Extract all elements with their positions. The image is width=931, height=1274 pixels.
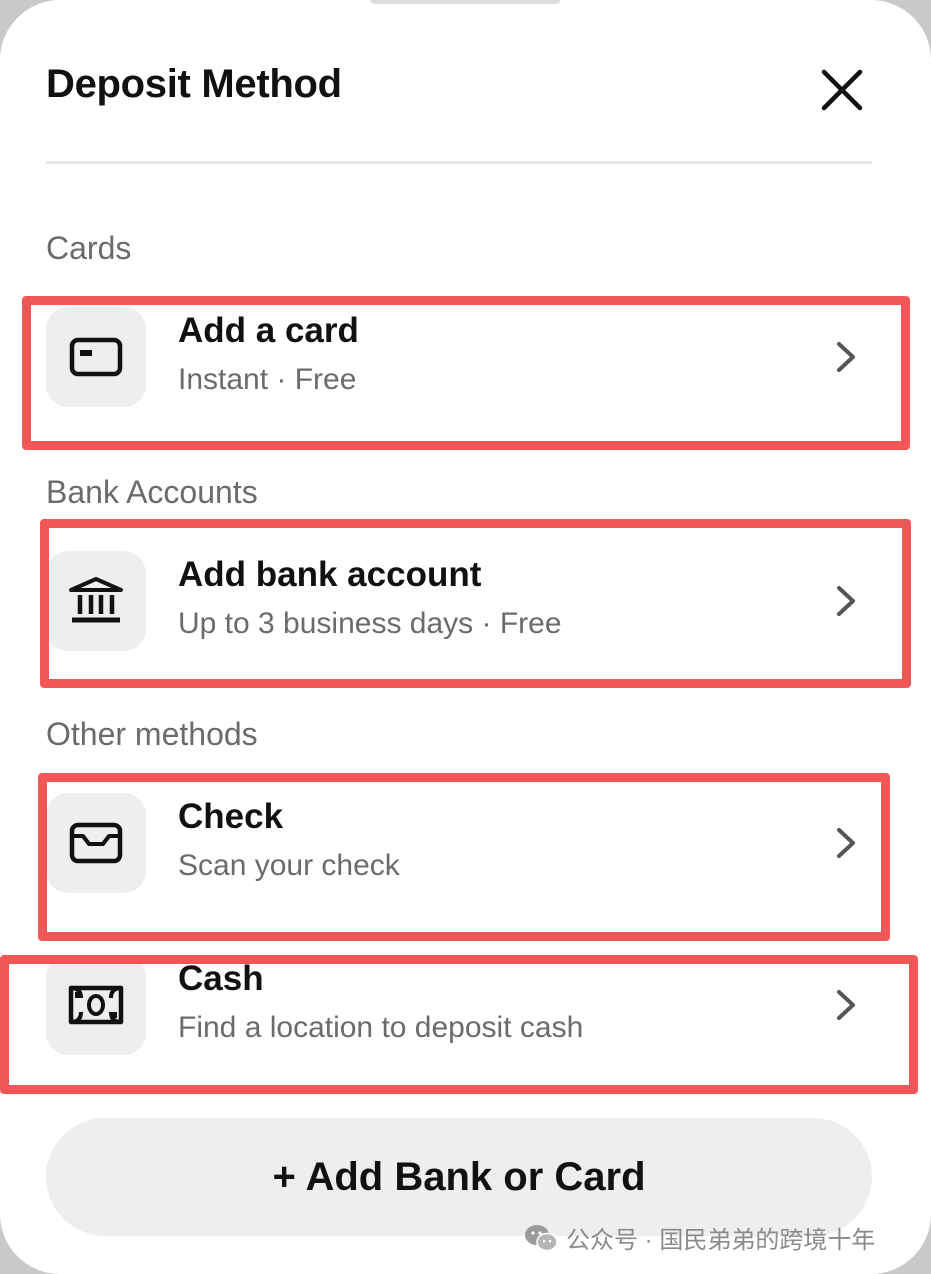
close-icon bbox=[821, 69, 863, 111]
cash-icon bbox=[68, 985, 124, 1025]
check-icon bbox=[69, 822, 123, 864]
section-label-other-methods: Other methods bbox=[46, 716, 258, 752]
add-card-row[interactable]: Add a card Instant · Free bbox=[46, 307, 872, 407]
watermark-text: 公众号 · 国民弟弟的跨境十年 bbox=[566, 1227, 876, 1254]
add-bank-account-subtitle: Up to 3 business days · Free bbox=[178, 607, 562, 640]
section-label-cards: Cards bbox=[46, 230, 132, 266]
check-icon-tile bbox=[46, 793, 146, 893]
cash-title: Cash bbox=[178, 959, 264, 998]
add-card-subtitle: Instant · Free bbox=[178, 363, 357, 396]
chevron-right-icon bbox=[826, 337, 866, 377]
add-card-title: Add a card bbox=[178, 311, 359, 350]
add-bank-or-card-button[interactable]: + Add Bank or Card bbox=[46, 1118, 872, 1236]
cash-subtitle: Find a location to deposit cash bbox=[178, 1011, 584, 1044]
page-title: Deposit Method bbox=[46, 62, 342, 106]
card-icon bbox=[69, 337, 123, 377]
cash-icon-tile bbox=[46, 955, 146, 1055]
add-bank-account-row[interactable]: Add bank account Up to 3 business days ·… bbox=[46, 551, 872, 651]
section-label-bank-accounts: Bank Accounts bbox=[46, 474, 258, 510]
chevron-right-icon bbox=[826, 581, 866, 621]
deposit-method-sheet: Deposit Method Cards Add a card Instant … bbox=[0, 0, 931, 1274]
check-row[interactable]: Check Scan your check bbox=[46, 793, 872, 893]
header-divider bbox=[46, 161, 872, 164]
check-subtitle: Scan your check bbox=[178, 849, 400, 882]
sheet-grabber[interactable] bbox=[370, 0, 560, 4]
close-button[interactable] bbox=[812, 60, 872, 120]
wechat-icon bbox=[525, 1224, 558, 1251]
add-bank-account-title: Add bank account bbox=[178, 555, 482, 594]
bank-icon bbox=[69, 577, 123, 623]
bank-icon-tile bbox=[46, 551, 146, 651]
chevron-right-icon bbox=[826, 823, 866, 863]
chevron-right-icon bbox=[826, 985, 866, 1025]
card-icon-tile bbox=[46, 307, 146, 407]
check-title: Check bbox=[178, 797, 284, 836]
cash-row[interactable]: Cash Find a location to deposit cash bbox=[46, 955, 872, 1055]
watermark: 公众号 · 国民弟弟的跨境十年 bbox=[524, 1220, 875, 1255]
